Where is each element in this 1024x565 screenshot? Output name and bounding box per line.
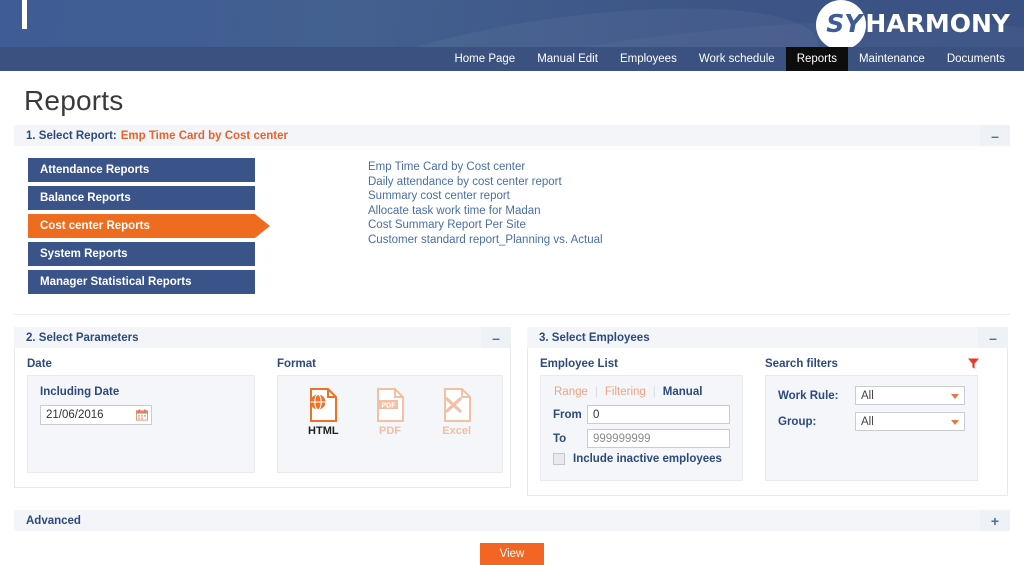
group-select-wrapper: All <box>855 412 965 431</box>
employee-list-title: Employee List <box>540 358 618 370</box>
pdf-file-icon: PDF <box>376 388 404 422</box>
work-rule-select[interactable]: All <box>855 386 965 405</box>
report-link-daily-attendance[interactable]: Daily attendance by cost center report <box>368 175 603 190</box>
nav-item-employees[interactable]: Employees <box>609 47 688 71</box>
include-inactive-checkbox[interactable] <box>553 453 565 465</box>
report-link-summary-cost-center[interactable]: Summary cost center report <box>368 189 603 204</box>
section-2-header: 2. Select Parameters – <box>14 327 511 348</box>
search-filters-group: Search filters Work Rule: All Group: All <box>765 357 980 481</box>
svg-text:PDF: PDF <box>381 402 396 409</box>
nav-item-reports[interactable]: Reports <box>785 47 848 71</box>
nav-item-manual-edit[interactable]: Manual Edit <box>526 47 609 71</box>
report-link-customer-standard-report[interactable]: Customer standard report_Planning vs. Ac… <box>368 233 603 248</box>
nav-item-work-schedule[interactable]: Work schedule <box>688 47 786 71</box>
tab-filtering[interactable]: Filtering <box>605 386 646 398</box>
section-1-body: Attendance Reports Balance Reports Cost … <box>14 146 1010 315</box>
page-content: Reports 1. Select Report: Emp Time Card … <box>0 85 1024 565</box>
format-label-html: HTML <box>308 425 339 437</box>
top-banner: SY HARMONY <box>0 0 1024 47</box>
logo-sy-text: SY <box>826 9 863 38</box>
work-rule-select-wrapper: All <box>855 386 965 405</box>
date-group-title: Date <box>27 358 52 370</box>
main-navigation: Home Page Manual Edit Employees Work sch… <box>0 47 1024 71</box>
section-1-collapse-button[interactable]: – <box>980 125 1010 146</box>
to-input[interactable] <box>587 429 730 448</box>
section-2-collapse-button[interactable]: – <box>481 327 511 348</box>
section-3: 3. Select Employees – Employee List Rang… <box>527 327 1008 496</box>
search-filters-title: Search filters <box>765 358 838 370</box>
app-logo: SY HARMONY <box>804 0 1016 47</box>
format-option-excel[interactable]: Excel <box>428 388 486 437</box>
category-cost-center-reports[interactable]: Cost center Reports <box>28 214 270 238</box>
from-input[interactable] <box>587 405 730 424</box>
parameters-and-employees-row: 2. Select Parameters – Date Including Da… <box>14 327 1010 496</box>
funnel-icon[interactable] <box>967 357 980 370</box>
category-system-reports[interactable]: System Reports <box>28 242 255 266</box>
section-3-body: Employee List Range | Filtering | Manual… <box>527 348 1008 496</box>
group-select[interactable]: All <box>855 412 965 431</box>
section-3-label: 3. Select Employees <box>539 331 650 344</box>
section-1-label: 1. Select Report: <box>26 129 117 142</box>
html-file-icon <box>310 388 338 422</box>
search-filters-box: Work Rule: All Group: All <box>765 375 978 481</box>
advanced-label: Advanced <box>26 514 81 527</box>
nav-item-documents[interactable]: Documents <box>936 47 1016 71</box>
format-label-pdf: PDF <box>378 425 401 437</box>
date-group-box: Including Date <box>27 375 255 473</box>
tab-manual[interactable]: Manual <box>663 386 703 398</box>
advanced-expand-button[interactable]: + <box>980 510 1010 531</box>
date-group: Date Including Date <box>27 358 255 473</box>
category-balance-reports[interactable]: Balance Reports <box>28 186 255 210</box>
group-row: Group: All <box>778 412 965 431</box>
footer-actions: View <box>14 531 1010 565</box>
section-2-body: Date Including Date 21/06/2016 Format HT… <box>14 348 511 488</box>
to-row: To <box>553 429 730 448</box>
including-date-label: Including Date <box>40 386 120 398</box>
section-3-header: 3. Select Employees – <box>527 327 1008 348</box>
report-link-emp-time-card[interactable]: Emp Time Card by Cost center <box>368 160 603 175</box>
category-manager-statistical-reports[interactable]: Manager Statistical Reports <box>28 270 255 294</box>
advanced-section-header[interactable]: Advanced + <box>14 510 1010 531</box>
work-rule-row: Work Rule: All <box>778 386 965 405</box>
from-label: From <box>553 408 582 421</box>
selected-report-name: Emp Time Card by Cost center <box>120 129 288 142</box>
format-group-box: HTML PDF PDF Excel <box>277 375 503 473</box>
section-3-collapse-button[interactable]: – <box>978 327 1008 348</box>
tab-separator-1: | <box>594 386 598 398</box>
view-button[interactable]: View <box>480 543 544 565</box>
include-inactive-label: Include inactive employees <box>573 453 722 465</box>
format-group-title: Format <box>277 358 316 370</box>
format-group: Format HTML PDF PDF Excel <box>277 358 503 473</box>
date-input-wrapper <box>40 405 152 425</box>
from-row: From <box>553 405 730 424</box>
nav-item-maintenance[interactable]: Maintenance <box>848 47 936 71</box>
report-link-cost-summary-per-site[interactable]: Cost Summary Report Per Site <box>368 218 603 233</box>
excel-file-icon <box>443 388 471 422</box>
logo-harmony-text: HARMONY <box>865 9 1010 38</box>
include-inactive-row: Include inactive employees <box>553 453 730 465</box>
group-label: Group: <box>778 415 817 428</box>
employee-list-tabs: Range | Filtering | Manual <box>553 386 730 398</box>
report-link-allocate-task-work-time[interactable]: Allocate task work time for Madan <box>368 204 603 219</box>
section-2-label: 2. Select Parameters <box>26 331 139 344</box>
section-1-header: 1. Select Report: Emp Time Card by Cost … <box>14 125 1010 146</box>
employee-list-box: Range | Filtering | Manual From To <box>540 375 743 481</box>
work-rule-label: Work Rule: <box>778 389 839 402</box>
tab-separator-2: | <box>652 386 656 398</box>
nav-item-home-page[interactable]: Home Page <box>443 47 526 71</box>
tab-range[interactable]: Range <box>554 386 588 398</box>
category-attendance-reports[interactable]: Attendance Reports <box>28 158 255 182</box>
section-2: 2. Select Parameters – Date Including Da… <box>14 327 511 496</box>
format-option-pdf[interactable]: PDF PDF <box>361 388 419 437</box>
calendar-icon[interactable] <box>136 409 148 421</box>
to-label: To <box>553 432 567 445</box>
format-option-html[interactable]: HTML <box>294 388 352 437</box>
report-link-list: Emp Time Card by Cost center Daily atten… <box>368 158 603 298</box>
search-filters-title-row: Search filters <box>765 357 980 370</box>
banner-white-bar <box>22 0 27 29</box>
page-title: Reports <box>24 85 124 116</box>
format-label-excel: Excel <box>442 425 472 437</box>
report-category-list: Attendance Reports Balance Reports Cost … <box>28 158 270 298</box>
employee-list-group: Employee List Range | Filtering | Manual… <box>540 358 743 481</box>
